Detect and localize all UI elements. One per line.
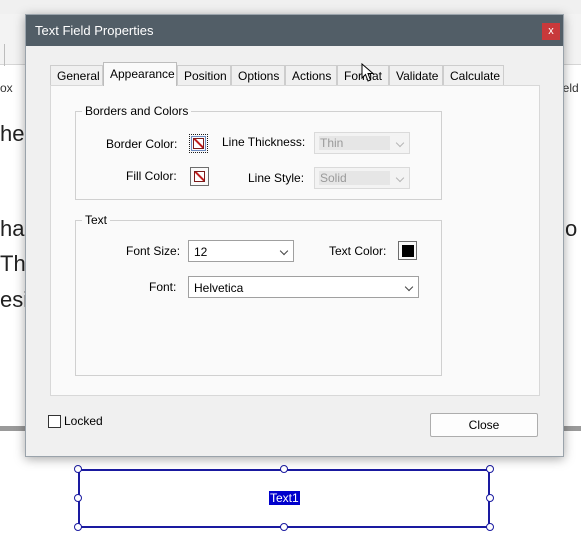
document-text-fragment: he — [0, 121, 25, 146]
toolbar-separator — [4, 44, 5, 66]
resize-handle[interactable] — [486, 523, 494, 531]
select-value: Thin — [319, 136, 390, 150]
app-top-strip — [0, 0, 581, 14]
chevron-down-icon — [395, 173, 405, 183]
locked-checkbox[interactable] — [48, 415, 61, 428]
resize-handle[interactable] — [74, 523, 82, 531]
resize-handle[interactable] — [74, 494, 82, 502]
tab-options[interactable]: Options — [231, 65, 285, 85]
group-title: Borders and Colors — [82, 104, 192, 118]
locked-label: Locked — [64, 414, 103, 428]
font-size-select[interactable]: 12 — [188, 240, 294, 262]
dialog-title: Text Field Properties — [35, 23, 154, 38]
resize-handle[interactable] — [280, 465, 288, 473]
line-thickness-label: Line Thickness: — [222, 135, 306, 149]
resize-handle[interactable] — [486, 494, 494, 502]
close-icon[interactable]: x — [542, 23, 560, 40]
no-color-icon — [193, 138, 204, 149]
tab-actions[interactable]: Actions — [285, 65, 337, 85]
fill-color-picker[interactable] — [190, 167, 209, 186]
document-text-fragment: ha — [0, 216, 25, 241]
document-text-fragment: esi — [0, 287, 29, 312]
tab-general[interactable]: General — [50, 65, 103, 85]
form-field-name: Text1 — [269, 491, 300, 505]
line-thickness-select[interactable]: Thin — [314, 132, 410, 154]
chevron-down-icon — [395, 138, 405, 148]
select-value: Helvetica — [194, 281, 244, 295]
resize-handle[interactable] — [74, 465, 82, 473]
select-value: Solid — [319, 171, 390, 185]
font-size-label: Font Size: — [126, 244, 181, 258]
group-title: Text — [82, 213, 111, 227]
line-style-select[interactable]: Solid — [314, 167, 410, 189]
mouse-cursor-icon — [361, 63, 375, 82]
close-button[interactable]: Close — [430, 413, 538, 437]
text-group: Text Font Size: 12 Text Color: Font: Hel… — [75, 213, 442, 376]
line-style-label: Line Style: — [248, 171, 305, 185]
tab-position[interactable]: Position — [177, 65, 231, 85]
dialog-titlebar[interactable]: Text Field Properties x — [26, 15, 563, 46]
no-color-icon — [194, 171, 205, 182]
color-swatch — [402, 245, 414, 257]
resize-handle[interactable] — [280, 523, 288, 531]
tab-calculate[interactable]: Calculate — [443, 65, 504, 85]
document-text-fragment: o — [565, 216, 578, 241]
fill-color-label: Fill Color: — [126, 169, 177, 183]
text-color-label: Text Color: — [329, 244, 387, 258]
resize-handle[interactable] — [486, 465, 494, 473]
toolbar-item-partial-left[interactable]: ox — [0, 81, 13, 95]
chevron-down-icon — [279, 246, 289, 256]
document-text-fragment: Th — [0, 251, 26, 276]
tab-appearance[interactable]: Appearance — [103, 62, 177, 86]
font-label: Font: — [149, 280, 177, 294]
appearance-panel: Borders and Colors Border Color: Line Th… — [50, 85, 540, 396]
borders-and-colors-group: Borders and Colors Border Color: Line Th… — [75, 104, 442, 200]
select-value: 12 — [194, 245, 208, 259]
border-color-picker[interactable] — [189, 134, 208, 153]
text-color-picker[interactable] — [398, 241, 417, 260]
font-select[interactable]: Helvetica — [188, 276, 419, 298]
text-field-properties-dialog: Text Field Properties x General Appearan… — [25, 14, 564, 457]
border-color-label: Border Color: — [106, 137, 178, 151]
tab-validate[interactable]: Validate — [389, 65, 443, 85]
chevron-down-icon — [404, 282, 414, 292]
